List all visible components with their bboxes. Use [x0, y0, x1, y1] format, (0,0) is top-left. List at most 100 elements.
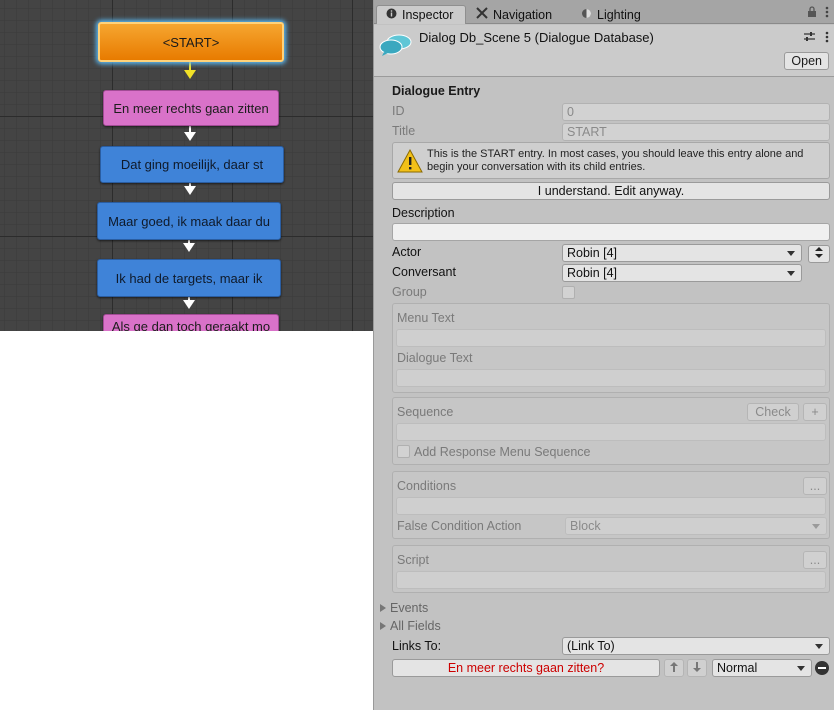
script-box: Script ... — [392, 545, 830, 593]
edit-anyway-button[interactable]: I understand. Edit anyway. — [392, 182, 830, 200]
sequence-input[interactable] — [396, 423, 826, 441]
move-link-up-button[interactable] — [664, 659, 684, 677]
links-to-dropdown[interactable]: (Link To) — [562, 637, 830, 655]
inspector-header: Dialog Db_Scene 5 (Dialogue Database) Op… — [374, 25, 834, 77]
events-foldout[interactable]: Events — [380, 601, 428, 615]
section-title: Dialogue Entry — [392, 84, 481, 98]
dialogue-graph-canvas[interactable]: <START> En meer rechts gaan zitten Dat g… — [0, 0, 373, 331]
chevron-down-icon — [812, 523, 820, 529]
menu-dots-icon[interactable] — [825, 31, 829, 46]
header-tools — [804, 31, 829, 46]
actor-dropdown[interactable]: Robin [4] — [562, 244, 802, 262]
lock-icon[interactable] — [807, 6, 817, 21]
sequence-box: Sequence Check + Add Response Menu Seque… — [392, 397, 830, 465]
graph-node[interactable]: Als ge dan toch geraakt mo — [103, 314, 279, 331]
tab-lighting[interactable]: Lighting — [572, 5, 649, 24]
link-arrow — [183, 243, 195, 252]
arrow-down-icon — [693, 661, 701, 675]
dialogue-database-icon — [378, 33, 414, 57]
link-priority-dropdown[interactable]: Normal — [712, 659, 812, 677]
chevron-down-icon — [787, 250, 795, 256]
id-label: ID — [392, 104, 405, 118]
group-label: Group — [392, 285, 427, 299]
conversant-dropdown[interactable]: Robin [4] — [562, 264, 802, 282]
link-arrow — [184, 70, 196, 79]
false-condition-value: Block — [570, 519, 601, 533]
conversant-value: Robin [4] — [567, 266, 618, 280]
script-input[interactable] — [396, 571, 826, 589]
add-response-checkbox[interactable] — [397, 445, 410, 458]
tab-label: Inspector — [402, 8, 454, 22]
graph-node[interactable]: Dat ging moeilijk, daar st — [100, 146, 284, 183]
navigation-icon — [476, 7, 488, 22]
title-label: Title — [392, 124, 416, 138]
all-fields-foldout[interactable]: All Fields — [380, 619, 441, 633]
settings-sliders-icon[interactable] — [804, 31, 815, 46]
link-entry-button[interactable]: En meer rechts gaan zitten? — [392, 659, 660, 677]
tab-inspector[interactable]: Inspector — [376, 5, 466, 24]
conditions-box: Conditions ... False Condition Action Bl… — [392, 471, 830, 539]
link-arrow — [183, 300, 195, 309]
graph-node[interactable]: Maar goed, ik maak daar du — [97, 202, 281, 240]
inspector-title: Dialog Db_Scene 5 (Dialogue Database) — [419, 30, 654, 45]
add-response-label: Add Response Menu Sequence — [414, 445, 591, 459]
info-icon — [385, 8, 397, 22]
sequence-label: Sequence — [397, 405, 454, 419]
dialogue-text-input[interactable] — [396, 369, 826, 387]
conversant-label: Conversant — [392, 265, 456, 279]
actor-swap-button[interactable] — [808, 245, 830, 263]
chevron-down-icon — [815, 643, 823, 649]
graph-node-start[interactable]: <START> — [98, 22, 284, 62]
chevron-down-icon — [787, 270, 795, 276]
tab-bar: Inspector Navigation Lighting — [374, 0, 834, 24]
id-field: 0 — [562, 103, 830, 121]
links-to-value: (Link To) — [567, 639, 615, 653]
false-condition-label: False Condition Action — [397, 519, 522, 533]
link-arrow — [184, 132, 196, 141]
all-fields-label: All Fields — [390, 619, 441, 633]
links-to-label: Links To: — [392, 639, 442, 653]
open-button[interactable]: Open — [784, 52, 829, 70]
title-field: START — [562, 123, 830, 141]
dialogue-text-label: Dialogue Text — [397, 351, 473, 365]
link-priority-value: Normal — [717, 661, 758, 675]
chevron-right-icon — [380, 622, 386, 630]
menu-text-label: Menu Text — [397, 311, 455, 325]
actor-value: Robin [4] — [567, 246, 618, 260]
graph-node[interactable]: En meer rechts gaan zitten — [103, 90, 279, 126]
chevron-right-icon — [380, 604, 386, 612]
tab-label: Navigation — [493, 7, 553, 22]
menu-text-input[interactable] — [396, 329, 826, 347]
inspector-panel: Inspector Navigation Lighting Dialog Db_… — [373, 0, 834, 710]
tab-label: Lighting — [597, 7, 641, 22]
menu-dots-icon[interactable] — [825, 6, 829, 21]
text-fields-box: Menu Text Dialogue Text — [392, 303, 830, 393]
warning-text: This is the START entry. In most cases, … — [427, 148, 804, 173]
warning-icon — [397, 148, 423, 173]
move-link-down-button[interactable] — [687, 659, 707, 677]
script-wizard-button[interactable]: ... — [803, 551, 827, 569]
start-entry-warning: This is the START entry. In most cases, … — [392, 142, 830, 179]
script-label: Script — [397, 553, 429, 567]
events-label: Events — [390, 601, 429, 615]
actor-label: Actor — [392, 245, 422, 259]
link-arrow — [184, 186, 196, 195]
check-button[interactable]: Check — [747, 403, 799, 421]
conditions-input[interactable] — [396, 497, 826, 515]
conditions-wizard-button[interactable]: ... — [803, 477, 827, 495]
lighting-icon — [580, 8, 592, 22]
arrow-up-icon — [670, 661, 678, 675]
tab-navigation[interactable]: Navigation — [468, 5, 560, 24]
description-input[interactable] — [392, 223, 830, 241]
false-condition-dropdown[interactable]: Block — [565, 517, 827, 535]
graph-node[interactable]: Ik had de targets, maar ik — [97, 259, 281, 297]
add-sequence-button[interactable]: + — [803, 403, 827, 421]
up-down-icon — [815, 247, 823, 261]
description-label: Description — [392, 206, 455, 220]
remove-link-icon[interactable] — [815, 661, 829, 675]
group-checkbox[interactable] — [562, 286, 575, 299]
conditions-label: Conditions — [397, 479, 457, 493]
tab-tools — [807, 6, 829, 21]
chevron-down-icon — [797, 665, 805, 671]
link-entry-label: En meer rechts gaan zitten? — [447, 661, 605, 675]
